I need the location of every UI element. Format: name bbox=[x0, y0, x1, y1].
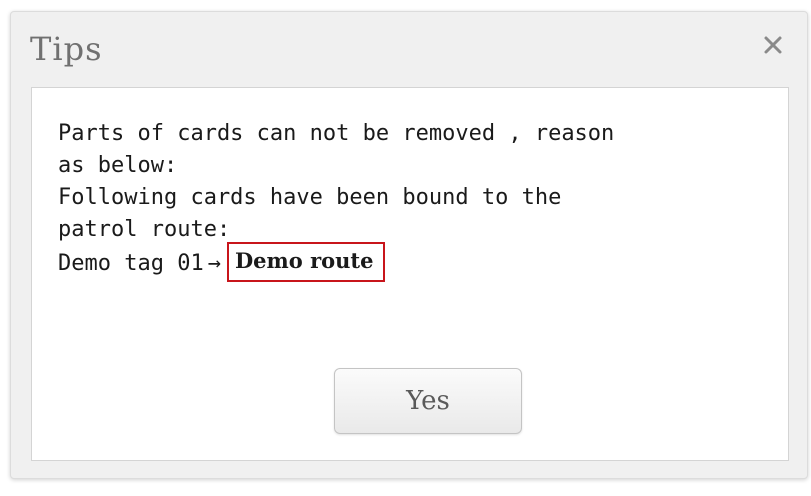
dialog-content: Parts of cards can not be removed , reas… bbox=[31, 87, 789, 461]
dialog-title: Tips bbox=[30, 30, 103, 68]
arrow-icon: → bbox=[207, 251, 221, 276]
dialog-title-bar: Tips bbox=[11, 12, 807, 87]
message-line-4: patrol route: bbox=[58, 217, 231, 242]
close-icon bbox=[764, 36, 782, 54]
message-line-2: as below: bbox=[58, 153, 178, 178]
message-line-1: Parts of cards can not be removed , reas… bbox=[58, 121, 615, 146]
close-button[interactable] bbox=[760, 32, 786, 58]
card-name: Demo tag 01 bbox=[58, 251, 204, 276]
dialog-message: Parts of cards can not be removed , reas… bbox=[58, 118, 748, 282]
message-line-3: Following cards have been bound to the bbox=[58, 185, 562, 210]
card-route-binding: Demo tag 01 → Demo route bbox=[58, 242, 748, 282]
route-name: Demo route bbox=[226, 242, 386, 282]
yes-button[interactable]: Yes bbox=[334, 368, 522, 434]
tips-dialog: Tips Parts of cards can not be removed ,… bbox=[10, 11, 808, 479]
